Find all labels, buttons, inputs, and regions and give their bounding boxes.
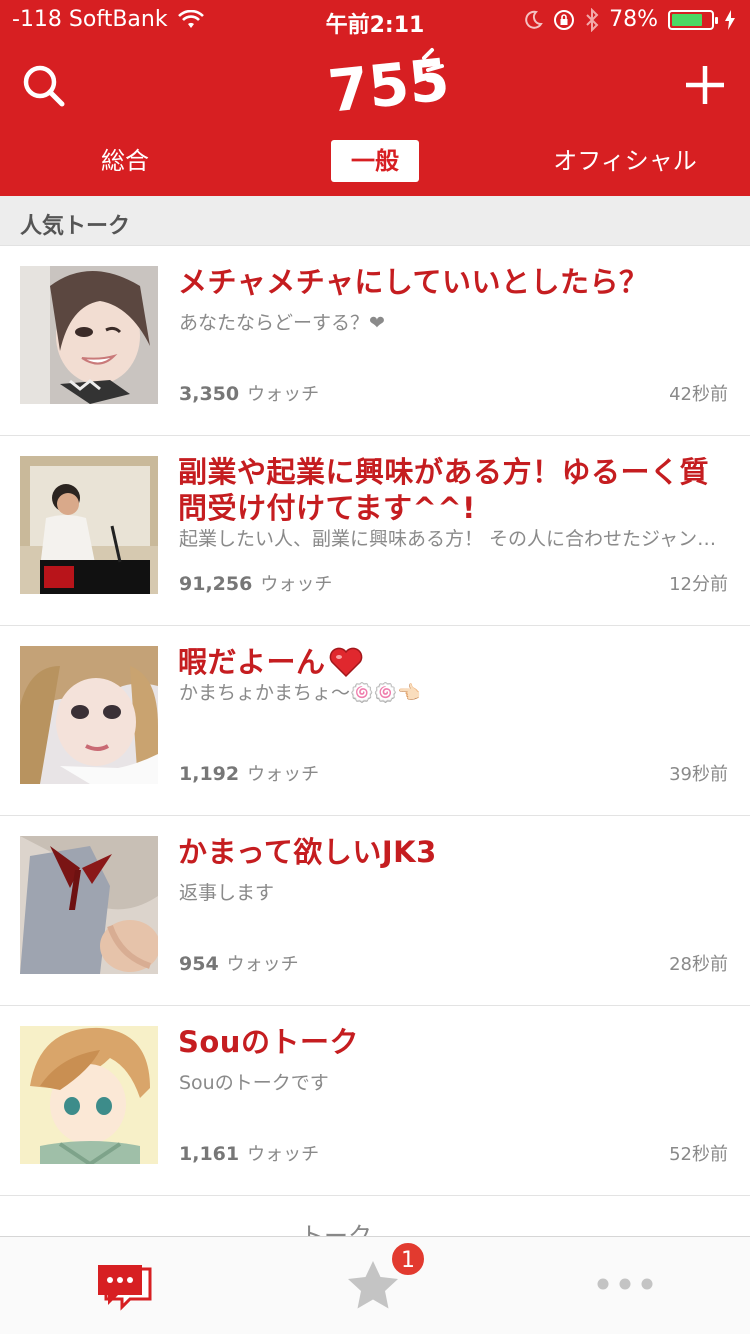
watch-count: 1,161 — [179, 1143, 240, 1165]
talk-subtitle: 返事します — [179, 882, 275, 904]
talk-thumbnail — [20, 266, 158, 404]
talk-subtitle: Souのトークです — [179, 1072, 329, 1094]
watch-count: 91,256 — [179, 573, 253, 595]
heart-icon — [329, 647, 362, 678]
talk-title-text: 暇だよーん — [178, 645, 326, 679]
battery-percent: 78% — [609, 7, 658, 32]
time-ago: 28秒前 — [669, 954, 728, 975]
talk-item[interactable]: Souのトーク Souのトークです 1,161 ウォッチ 52秒前 — [0, 1006, 750, 1196]
watch-info: 954 ウォッチ — [179, 950, 299, 976]
watch-info: 91,256 ウォッチ — [179, 570, 332, 596]
watch-count: 3,350 — [179, 383, 240, 405]
add-talk-button[interactable] — [678, 58, 732, 112]
watch-count: 1,192 — [179, 763, 240, 785]
watch-info: 1,192 ウォッチ — [179, 760, 319, 786]
more-talks-hint: トーク — [0, 1196, 750, 1236]
talk-item[interactable]: 暇だよーん かまちょかまちょ〜🍥🍥👈🏻 1,192 ウォッチ 39秒前 — [0, 626, 750, 816]
app-logo: 755 — [324, 44, 454, 125]
rotation-lock-icon — [554, 9, 575, 30]
talk-thumbnail — [20, 836, 158, 974]
time-ago: 42秒前 — [669, 384, 728, 405]
battery-icon — [668, 9, 718, 30]
talk-title: 副業や起業に興味がある方！ゆるーく質問受け付けてます^^! — [178, 455, 710, 525]
search-icon — [23, 65, 65, 107]
watch-count: 954 — [179, 953, 219, 975]
talk-list: メチャメチャにしていいとしたら？ あなたならどーする？❤ 3,350 ウォッチ 4… — [0, 246, 750, 1196]
moon-icon — [525, 10, 543, 29]
talk-thumbnail — [20, 646, 158, 784]
talk-subtitle: あなたならどーする？❤ — [179, 312, 385, 334]
tab-favorites[interactable] — [250, 1237, 500, 1334]
tab-more[interactable] — [500, 1237, 750, 1334]
talk-title: かまって欲しいJK3 — [178, 835, 437, 869]
tab-official[interactable]: オフィシャル — [540, 140, 710, 182]
watch-label: ウォッチ — [226, 954, 299, 975]
bottom-tab-bar: 1 — [0, 1236, 750, 1334]
tab-general[interactable]: 一般 — [331, 140, 419, 182]
watch-info: 3,350 ウォッチ — [179, 380, 319, 406]
status-bar: -118 SoftBank 午前2:11 78% — [0, 0, 750, 40]
talk-title: 暇だよーん — [178, 644, 728, 680]
time-ago: 39秒前 — [669, 764, 728, 785]
section-header: 人気トーク — [0, 196, 750, 246]
category-tabs: 総合 一般 オフィシャル — [0, 140, 750, 184]
talk-item[interactable]: 副業や起業に興味がある方！ゆるーく質問受け付けてます^^! 起業したい人、副業に… — [0, 436, 750, 626]
watch-label: ウォッチ — [247, 1144, 320, 1165]
talk-thumbnail — [20, 456, 158, 594]
tab-talks[interactable] — [0, 1237, 250, 1334]
talk-item[interactable]: メチャメチャにしていいとしたら？ あなたならどーする？❤ 3,350 ウォッチ 4… — [0, 246, 750, 436]
talk-subtitle: 起業したい人、副業に興味ある方！ その人に合わせたジャンルで... — [179, 528, 727, 550]
notification-badge: 1 — [390, 1241, 426, 1277]
section-title: 人気トーク — [20, 214, 131, 239]
talk-subtitle: かまちょかまちょ〜🍥🍥👈🏻 — [179, 682, 421, 704]
talk-thumbnail — [20, 1026, 158, 1164]
app-header: -118 SoftBank 午前2:11 78% 755 総合 一般 オフィシャ… — [0, 0, 750, 196]
watch-label: ウォッチ — [247, 384, 320, 405]
bluetooth-icon — [586, 7, 599, 32]
talk-title: メチャメチャにしていいとしたら？ — [178, 265, 649, 299]
time-ago: 12分前 — [669, 574, 728, 595]
chat-bubbles-icon — [98, 1265, 152, 1311]
tab-overall[interactable]: 総合 — [70, 140, 180, 182]
plus-icon — [686, 66, 724, 104]
charging-icon — [725, 9, 735, 30]
talk-title: Souのトーク — [178, 1025, 359, 1059]
more-dots-icon — [597, 1278, 653, 1290]
more-talks-label: トーク — [300, 1222, 372, 1236]
watch-label: ウォッチ — [260, 574, 333, 595]
talk-item[interactable]: かまって欲しいJK3 返事します 954 ウォッチ 28秒前 — [0, 816, 750, 1006]
search-button[interactable] — [18, 58, 72, 112]
watch-label: ウォッチ — [247, 764, 320, 785]
time-ago: 52秒前 — [669, 1144, 728, 1165]
watch-info: 1,161 ウォッチ — [179, 1140, 319, 1166]
nav-bar: 755 — [0, 40, 750, 130]
